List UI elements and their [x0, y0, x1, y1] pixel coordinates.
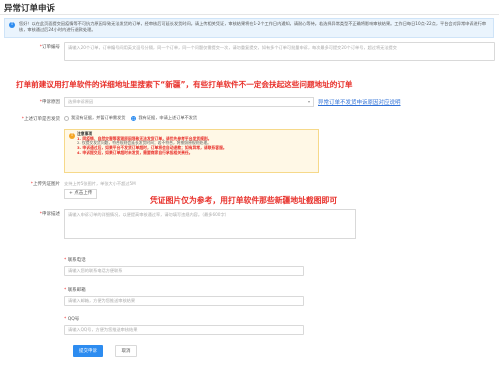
warning-notice: ! 注意事项 1. 同疫情、自然灾害等客观原因导致无法发货订单，请优先参考平台发…	[64, 129, 319, 173]
radio-label: 我没有证据，并暂订单需发货	[71, 115, 126, 120]
radio-no-evidence[interactable]: 我没有证据，并暂订单需发货	[64, 115, 125, 121]
annotation-search-xinjiang: 打单前建议用打单软件的详细地址里搜索下“新疆”，有些打单软件不一定会扶起这些问题…	[16, 80, 353, 89]
upload-hint: 支持上传5张图片，单张大小不超过5M	[64, 181, 136, 186]
shipped-label: *上述订单是否发货	[21, 117, 60, 122]
shipped-radio-group: 我没有证据，并暂订单需发货 我有证据，申请上述订单不发货	[64, 115, 197, 121]
submit-button[interactable]: 提交申诉	[73, 345, 103, 357]
radio-checked-icon	[131, 115, 137, 121]
notice-text: 您好！以在此页面提交因疫情等不可抗力原因导致无法发货的订单，经审核后可延长发货时…	[19, 21, 487, 32]
page-title: 异常订单申诉	[4, 4, 56, 14]
title-divider	[0, 14, 499, 15]
qq-input[interactable]: 请输入QQ号，方便为您推送审核结果	[64, 325, 304, 335]
contact-email-input[interactable]: 请输入邮箱，方便为您推送审核结果	[64, 296, 304, 306]
description-textarea[interactable]: 请输入申诉订单的详细情况，以便提高审核通过率，请勿填写违规内容。（最多600字）	[64, 209, 356, 239]
contact-phone-input[interactable]: 请输入您的联系电话方便联系	[64, 266, 304, 276]
contact-email-label: * 联系邮箱	[64, 288, 86, 293]
cancel-button[interactable]: 取消	[115, 345, 137, 357]
reason-label: *申诉原因	[39, 100, 60, 105]
warning-icon: !	[69, 133, 75, 139]
reason-explanation-link[interactable]: 异常订单不发货申诉原因对应说明	[318, 98, 401, 106]
upload-label: *上传凭证图片	[30, 182, 60, 187]
upload-button[interactable]: + 点击上传	[64, 189, 98, 199]
reason-select[interactable]: 选择申诉原因 ▾	[64, 97, 314, 107]
info-icon: !	[9, 22, 15, 28]
warning-line: 4. 申诉提交后，如果订单超时未发货，需要商家自行承担相关责任。	[77, 149, 193, 155]
radio-has-evidence[interactable]: 我有证据，申请上述订单不发货	[131, 115, 197, 121]
order-no-input[interactable]: 请输入20个订单，订单编号间用英文逗号分隔，同一个订单，同一个问题仅需提交一次，…	[64, 42, 495, 61]
radio-circle-icon	[64, 115, 69, 121]
chevron-down-icon: ▾	[307, 99, 310, 104]
annotation-screenshot-tip: 凭证图片仅为参考，用打单软件那些新疆地址截图即可	[150, 196, 338, 205]
description-label: *申诉描述	[39, 212, 60, 217]
radio-label: 我有证据，申请上述订单不发货	[138, 115, 198, 120]
contact-phone-label: * 联系电话	[64, 258, 86, 263]
reason-select-placeholder: 选择申诉原因	[68, 99, 94, 104]
order-no-label: *订单编号	[39, 45, 60, 50]
qq-label: * QQ号	[64, 317, 80, 322]
info-notice: ! 您好！以在此页面提交因疫情等不可抗力原因导致无法发货的订单，经审核后可延长发…	[4, 18, 494, 38]
